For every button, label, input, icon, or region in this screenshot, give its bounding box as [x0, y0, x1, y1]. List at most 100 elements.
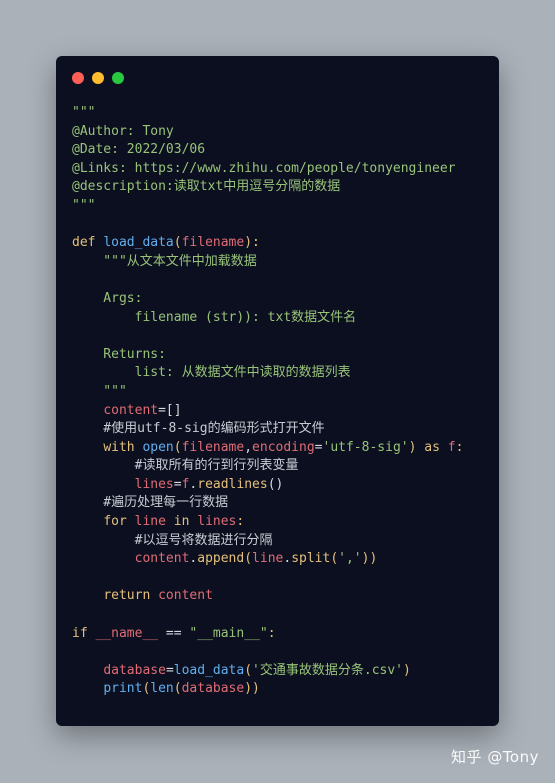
code-line: #遍历处理每一行数据 — [72, 494, 491, 513]
code-token: "__main__" — [189, 625, 268, 641]
code-token: ( — [173, 681, 182, 697]
code-line: """从文本文件中加载数据 — [72, 253, 491, 272]
code-token: ( — [244, 662, 253, 678]
code-token: for — [103, 514, 135, 530]
code-token: database — [103, 662, 166, 678]
code-line: list: 从数据文件中读取的数据列表 — [72, 364, 491, 383]
code-token: @Links: https://www.zhihu.com/people/ton… — [72, 160, 456, 176]
code-token: ( — [330, 551, 339, 567]
code-token: #读取所有的行到行列表变量 — [72, 458, 299, 474]
maximize-dot-icon[interactable] — [112, 72, 124, 84]
code-token: list: 从数据文件中读取的数据列表 — [72, 365, 351, 381]
minimize-dot-icon[interactable] — [92, 72, 104, 84]
code-line: """ — [72, 197, 491, 216]
code-token: ): — [244, 235, 260, 251]
code-token: : — [455, 439, 464, 455]
code-token: encoding — [252, 439, 315, 455]
code-line: """ — [72, 104, 491, 123]
code-token: . — [283, 551, 292, 567]
code-line: @Author: Tony — [72, 123, 491, 142]
code-token: lines — [197, 514, 237, 530]
code-token: split — [291, 551, 331, 567]
code-token: database — [181, 681, 245, 697]
code-token: Args: — [72, 290, 143, 306]
code-token: lines — [134, 476, 174, 492]
code-token: filename (str)): txt数据文件名 — [72, 309, 357, 325]
code-token: print — [103, 681, 143, 697]
code-token: () — [267, 476, 284, 492]
watermark: 知乎 @Tony — [451, 748, 539, 766]
code-line: print(len(database)) — [72, 680, 491, 699]
code-token: : — [236, 514, 245, 530]
code-line: for line in lines: — [72, 513, 491, 532]
code-line: #读取所有的行到行列表变量 — [72, 457, 491, 476]
code-token: ( — [173, 235, 182, 251]
code-token: == — [158, 625, 190, 641]
code-block: """ @Author: Tony @Date: 2022/03/06 @Links:… — [72, 104, 491, 699]
code-token: #遍历处理每一行数据 — [72, 495, 229, 511]
code-token: filename — [181, 235, 245, 251]
code-line: content.append(line.split(',')) — [72, 550, 491, 569]
code-token: ( — [244, 551, 253, 567]
code-line: @description:读取txt中用逗号分隔的数据 — [72, 178, 491, 197]
code-line: def load_data(filename): — [72, 234, 491, 253]
code-token: @Date: 2022/03/06 — [72, 142, 206, 158]
code-token: = — [173, 476, 182, 492]
code-token: """ — [72, 197, 96, 213]
code-token: in — [173, 514, 198, 530]
code-line: with open(filename,encoding='utf-8-sig')… — [72, 439, 491, 458]
code-token: __name__ — [95, 625, 159, 641]
code-token: 'utf-8-sig' — [322, 439, 409, 455]
code-token: content — [103, 402, 159, 418]
code-token: @description:读取txt中用逗号分隔的数据 — [72, 179, 341, 195]
code-line: database=load_data('交通事故数据分条.csv') — [72, 662, 491, 681]
close-dot-icon[interactable] — [72, 72, 84, 84]
code-line: lines=f.readlines() — [72, 476, 491, 495]
code-token: """ — [72, 105, 96, 120]
code-token: ) — [403, 662, 411, 678]
code-token: #以逗号将数据进行分隔 — [72, 532, 273, 548]
code-token: """从文本文件中加载数据 — [72, 253, 257, 269]
code-token: =[] — [158, 402, 182, 418]
code-line: return content — [72, 587, 491, 606]
code-line: """ — [72, 383, 491, 402]
code-token: readlines — [197, 476, 268, 492]
code-token: ) — [408, 439, 425, 455]
code-token: len — [150, 681, 174, 697]
code-line: if __name__ == "__main__": — [72, 625, 491, 644]
code-token: as — [424, 439, 448, 455]
code-line: #使用utf-8-sig的编码形式打开文件 — [72, 420, 491, 439]
code-token: ',' — [338, 551, 362, 567]
code-token: load_data — [103, 235, 174, 251]
code-window: """ @Author: Tony @Date: 2022/03/06 @Links:… — [56, 56, 499, 726]
code-token: append — [197, 551, 245, 567]
code-token: line — [252, 551, 284, 567]
code-token: open — [142, 439, 174, 455]
code-token: load_data — [173, 662, 245, 678]
code-token: #使用utf-8-sig的编码形式打开文件 — [72, 421, 325, 437]
code-token: )) — [244, 681, 260, 697]
code-token: = — [314, 439, 323, 455]
code-token: return — [103, 588, 159, 604]
code-token: content — [134, 551, 190, 567]
window-controls — [72, 72, 124, 84]
code-line: filename (str)): txt数据文件名 — [72, 309, 491, 328]
code-token: , — [244, 439, 253, 455]
code-line: Args: — [72, 290, 491, 309]
code-line: @Links: https://www.zhihu.com/people/ton… — [72, 160, 491, 179]
code-line: #以逗号将数据进行分隔 — [72, 532, 491, 551]
code-token: content — [158, 588, 213, 604]
code-line: @Date: 2022/03/06 — [72, 141, 491, 160]
